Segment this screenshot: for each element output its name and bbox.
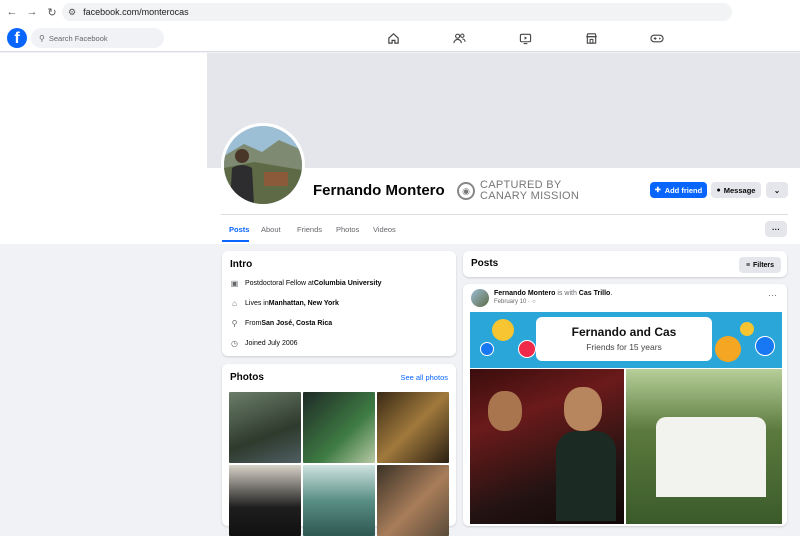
browser-toolbar: ← → ↻ ⚙ facebook.com/monterocas: [0, 0, 800, 24]
person-face: [488, 391, 522, 431]
more-options-button[interactable]: ⌄: [766, 182, 788, 198]
photos-title: Photos: [230, 372, 264, 383]
posts-header-card: Posts ≡ Filters: [463, 251, 787, 277]
laugh-emoji-icon: [740, 322, 754, 336]
banner-title: Fernando and Cas: [571, 325, 677, 339]
tab-about[interactable]: About: [261, 225, 281, 234]
tab-photos[interactable]: Photos: [336, 225, 359, 234]
intro-row-lives: ⌂ Lives in Manhattan, New York: [230, 299, 339, 308]
banner-subtitle: Friends for 15 years: [586, 342, 662, 352]
photo-thumbnail[interactable]: [303, 392, 375, 463]
post-photo-left[interactable]: [470, 369, 624, 524]
url-text: facebook.com/monterocas: [83, 7, 189, 17]
banner-card: Fernando and Cas Friends for 15 years: [536, 317, 712, 361]
profile-header: [0, 168, 800, 244]
briefcase-icon: ▣: [230, 279, 239, 288]
tabs-more-button[interactable]: ···: [765, 221, 787, 237]
intro-row-from: ⚲ From San José, Costa Rica: [231, 319, 333, 328]
canary-logo-icon: ◉: [457, 182, 475, 200]
post-author-name[interactable]: Fernando Montero: [494, 290, 555, 297]
forward-icon[interactable]: →: [24, 4, 40, 20]
address-bar[interactable]: ⚙ facebook.com/monterocas: [62, 3, 732, 21]
post-card: Fernando Montero is with Cas Trillo. Feb…: [463, 284, 787, 526]
like-reaction-icon: [755, 336, 775, 356]
intro-title: Intro: [230, 259, 253, 270]
canary-mission-watermark: ◉ CAPTURED BY CANARY MISSION: [457, 180, 579, 202]
filters-button[interactable]: ≡ Filters: [739, 257, 781, 273]
messenger-icon: ●: [716, 186, 721, 194]
search-placeholder: Search Facebook: [48, 33, 108, 43]
search-icon: ⚲: [39, 33, 45, 43]
tabs-divider: [221, 214, 788, 215]
tagged-friend-name[interactable]: Cas Trillo: [579, 290, 611, 297]
marketplace-icon[interactable]: [558, 28, 624, 48]
group-of-people: [656, 417, 766, 497]
angry-emoji-icon: [715, 336, 741, 362]
home-icon[interactable]: [360, 28, 426, 48]
tab-friends[interactable]: Friends: [297, 225, 322, 234]
love-reaction-icon: [518, 340, 536, 358]
workplace-link[interactable]: Columbia University: [314, 280, 382, 287]
captured-line-2: CANARY MISSION: [480, 190, 580, 202]
top-navigation: [360, 28, 690, 48]
friendship-banner: Fernando and Cas Friends for 15 years: [470, 312, 782, 368]
site-settings-icon[interactable]: ⚙: [68, 7, 76, 18]
intro-card: Intro ▣ Postdoctoral Fellow at Columbia …: [222, 251, 456, 356]
see-all-photos-link[interactable]: See all photos: [400, 373, 448, 382]
facebook-header: f ⚲ Search Facebook: [0, 24, 800, 52]
wow-emoji-icon: [492, 319, 514, 341]
profile-name: Fernando Montero: [313, 182, 445, 199]
post-author-avatar[interactable]: [471, 289, 489, 307]
post-header-line: Fernando Montero is with Cas Trillo.: [494, 290, 613, 297]
avatar: [224, 126, 302, 204]
friends-icon[interactable]: [426, 28, 492, 48]
photo-grid: [229, 392, 449, 536]
location-pin-icon: ⚲: [231, 319, 238, 328]
add-friend-button[interactable]: ✚ Add friend: [650, 182, 707, 198]
photos-card: Photos See all photos: [222, 364, 456, 536]
photo-thumbnail[interactable]: [377, 392, 449, 463]
video-icon[interactable]: [492, 28, 558, 48]
search-input[interactable]: ⚲ Search Facebook: [31, 28, 164, 48]
person-face: [564, 387, 602, 431]
audience-globe-icon: ○: [532, 299, 536, 305]
post-options-button[interactable]: ···: [768, 290, 777, 300]
person-body: [556, 431, 616, 521]
post-meta: February 10 · ○: [494, 299, 536, 305]
post-photo-right[interactable]: [626, 369, 782, 524]
posts-title: Posts: [471, 258, 499, 269]
message-button[interactable]: ● Message: [711, 182, 761, 198]
intro-row-work: ▣ Postdoctoral Fellow at Columbia Univer…: [230, 279, 382, 288]
reload-icon[interactable]: ↻: [44, 4, 60, 20]
active-tab-indicator: [222, 240, 249, 242]
like-reaction-icon: [480, 342, 494, 356]
photo-thumbnail[interactable]: [303, 465, 375, 536]
intro-row-joined: ◷ Joined July 2006: [231, 339, 298, 348]
photo-thumbnail[interactable]: [377, 465, 449, 536]
photo-thumbnail[interactable]: [229, 465, 301, 536]
back-icon[interactable]: ←: [4, 4, 20, 20]
facebook-logo[interactable]: f: [7, 28, 27, 48]
clock-icon: ◷: [231, 339, 238, 348]
tab-posts[interactable]: Posts: [229, 225, 249, 234]
tab-videos[interactable]: Videos: [373, 225, 396, 234]
current-city-link[interactable]: Manhattan, New York: [269, 300, 339, 307]
gaming-icon[interactable]: [624, 28, 690, 48]
filters-icon: ≡: [745, 261, 751, 269]
chevron-down-icon: ⌄: [773, 185, 781, 195]
hometown-link[interactable]: San José, Costa Rica: [261, 320, 332, 327]
photo-thumbnail[interactable]: [229, 392, 301, 463]
profile-picture[interactable]: [221, 123, 305, 207]
add-friend-icon: ✚: [654, 187, 661, 194]
home-icon: ⌂: [232, 299, 237, 308]
post-date[interactable]: February 10 ·: [494, 299, 530, 305]
